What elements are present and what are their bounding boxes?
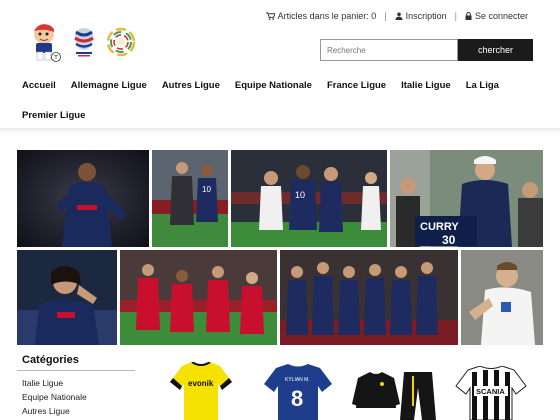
gallery-photo-2[interactable]: 10 [152,150,228,247]
search-input[interactable] [320,39,458,61]
jersey-text: CURRY [420,221,459,233]
category-item-italie-ligue[interactable]: Italie Ligue [22,376,87,390]
top-bar: Articles dans le panier: 0 | Inscription… [265,11,528,21]
gallery-photo-7[interactable] [280,250,458,345]
lock-icon [465,12,472,20]
search-form: chercher [320,39,533,61]
nav-item-premier-ligue[interactable]: Premier Ligue [22,110,85,121]
nav-item-equipe-nationale[interactable]: Equipe Nationale [235,80,312,91]
gallery-photo-6[interactable] [120,250,277,345]
gallery-photo-3[interactable]: 10 [231,150,387,247]
login-link[interactable]: Se connecter [465,11,528,21]
gallery-photo-8[interactable] [461,250,543,345]
gallery-photo-4[interactable]: CURRY 30 [390,150,543,247]
product-tracksuit-black[interactable] [352,368,438,420]
signup-link[interactable]: Inscription [395,11,447,21]
nav-row-1: Accueil Allemagne Ligue Autres Ligue Equ… [22,80,542,91]
login-label: Se connecter [474,11,528,21]
euro-cup-logo-icon [74,28,94,57]
nav-item-accueil[interactable]: Accueil [22,80,56,91]
cart-label: Articles dans le panier: 0 [277,11,377,21]
mascot-logo-icon [34,24,61,62]
categories-list: Italie Ligue Equipe Nationale Autres Lig… [22,376,87,418]
jersey-sponsor: evonik [188,379,214,388]
nav-item-allemagne-ligue[interactable]: Allemagne Ligue [71,80,147,91]
champions-ring-logo-icon [106,27,136,57]
jersey-sponsor: SCANIA [476,387,505,396]
signup-label: Inscription [405,11,447,21]
header-divider [0,128,560,134]
main-nav: Accueil Allemagne Ligue Autres Ligue Equ… [22,80,542,121]
search-button[interactable]: chercher [458,39,533,61]
category-item-equipe-nationale[interactable]: Equipe Nationale [22,390,87,404]
nav-item-la-liga[interactable]: La Liga [466,80,499,91]
product-jersey-france[interactable]: KYLIAN M. 8 [262,364,334,420]
gallery-photo-5[interactable] [17,250,117,345]
category-item-autres-ligue[interactable]: Autres Ligue [22,404,87,418]
nav-item-italie-ligue[interactable]: Italie Ligue [401,80,451,91]
nav-item-france-ligue[interactable]: France Ligue [327,80,386,91]
cart-link[interactable]: Articles dans le panier: 0 [265,11,377,21]
categories-divider [17,370,135,371]
separator: | [384,11,387,21]
categories-title: Catégories [22,354,79,366]
site-logos[interactable] [27,22,137,62]
cart-icon [265,12,275,20]
svg-text:10: 10 [295,190,305,200]
nav-row-2: Premier Ligue [22,110,542,121]
nav-item-autres-ligue[interactable]: Autres Ligue [162,80,220,91]
user-icon [395,12,403,20]
product-jersey-dortmund[interactable]: evonik [168,362,234,420]
jersey-player-name: KYLIAN M. [285,377,310,383]
svg-text:10: 10 [202,185,211,194]
svg-text:30: 30 [442,233,456,247]
separator: | [454,11,457,21]
jersey-number: 8 [291,386,303,411]
gallery-photo-1[interactable] [17,150,149,247]
product-jersey-angers[interactable]: SCANIA [454,366,528,420]
